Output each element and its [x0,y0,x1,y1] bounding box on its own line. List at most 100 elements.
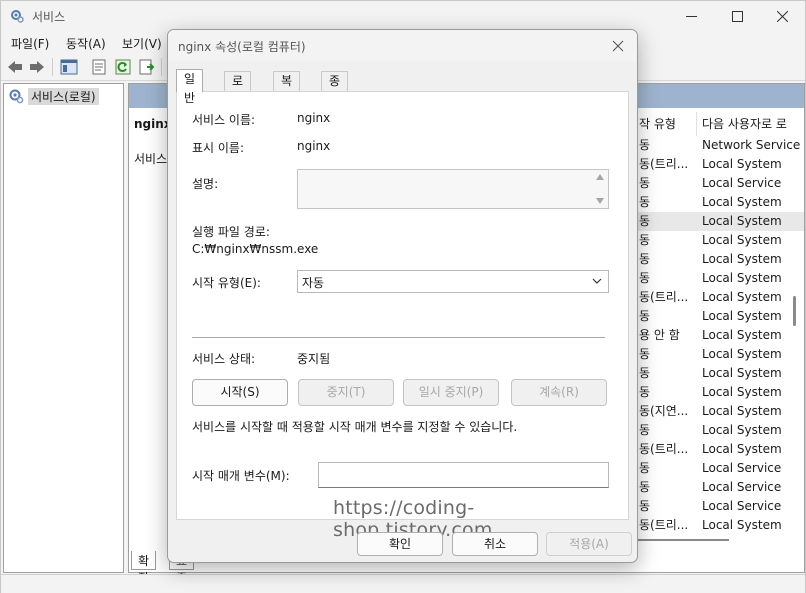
properties-icon[interactable] [90,59,108,75]
row-logon-as[interactable]: Local System [702,231,782,250]
description-field[interactable] [297,169,609,209]
ok-button[interactable]: 확인 [357,532,443,556]
row-logon-as[interactable]: Local System [702,516,782,535]
row-logon-as[interactable]: Local Service [702,497,781,516]
row-startup-type[interactable]: 동 [639,421,650,440]
service-status-value: 중지됨 [297,352,331,366]
row-startup-type[interactable]: 동 [639,193,650,212]
services-gear-icon [11,10,24,23]
row-startup-type[interactable]: 동 [639,212,650,231]
menu-file[interactable]: 파일(F) [11,35,49,52]
resume-button[interactable]: 계속(R) [511,379,607,406]
row-startup-type[interactable]: 동(트리... [639,516,688,535]
selected-service-name: nginx [134,117,172,131]
startup-type-label: 시작 유형(E): [192,276,261,290]
row-logon-as[interactable]: Local Service [702,478,781,497]
service-name-value: nginx [297,111,331,125]
title-bar: 서비스 [1,1,805,31]
exe-path-value: C:₩nginx₩nssm.exe [192,242,319,256]
row-logon-as[interactable]: Local System [702,307,782,326]
minimize-button[interactable] [668,1,714,31]
row-startup-type[interactable]: 동(트리... [639,440,688,459]
console-tree-icon[interactable] [60,59,78,75]
toolbar-separator [161,58,162,76]
stop-button[interactable]: 중지(T) [298,379,394,406]
minimize-icon [685,15,697,17]
row-logon-as[interactable]: Local System [702,288,782,307]
column-divider [696,112,697,136]
tab-general[interactable]: 일반 [176,69,204,105]
row-startup-type[interactable]: 동 [639,136,650,155]
tree-item-label: 서비스(로컬) [28,87,99,105]
menu-action[interactable]: 동작(A) [66,35,106,52]
row-startup-type[interactable]: 동(트리... [639,155,688,174]
row-logon-as[interactable]: Local System [702,421,782,440]
row-startup-type[interactable]: 동 [639,497,650,516]
properties-dialog: nginx 속성(로컬 컴퓨터) 일반 로그온 복구 종속성 서비스 이름: n… [167,29,638,563]
row-logon-as[interactable]: Local System [702,383,782,402]
dialog-title-bar: nginx 속성(로컬 컴퓨터) [168,30,637,62]
column-header-logon-as[interactable]: 다음 사용자로 로 [702,112,787,136]
console-tree: 서비스(로컬) [3,83,124,573]
tab-dependencies[interactable]: 종속성 [321,71,349,126]
forward-arrow-icon[interactable] [28,59,46,75]
row-logon-as[interactable]: Local System [702,193,782,212]
start-button[interactable]: 시작(S) [192,379,288,406]
vertical-scrollbar-thumb[interactable] [793,296,796,326]
row-startup-type[interactable]: 동 [639,383,650,402]
row-startup-type[interactable]: 동 [639,345,650,364]
tab-recovery[interactable]: 복구 [273,71,301,107]
horizontal-scrollbar-thumb[interactable] [629,539,729,541]
tree-item-services-local[interactable]: 서비스(로컬) [8,87,99,105]
exe-path-label: 실행 파일 경로: [192,225,270,239]
pause-button[interactable]: 일시 중지(P) [403,379,499,406]
row-logon-as[interactable]: Local Service [702,459,781,478]
row-startup-type[interactable]: 동 [639,459,650,478]
status-bar [1,574,805,593]
row-logon-as[interactable]: Local System [702,250,782,269]
row-startup-type[interactable]: 동(트리... [639,288,688,307]
divider [192,337,605,338]
row-logon-as[interactable]: Local System [702,364,782,383]
row-startup-type[interactable]: 동(지연... [639,402,688,421]
service-description-label: 서비스 [134,152,168,166]
menu-view[interactable]: 보기(V) [122,35,162,52]
row-startup-type[interactable]: 동 [639,250,650,269]
export-list-icon[interactable] [138,59,156,75]
dialog-close-button[interactable] [607,35,629,57]
start-params-label: 시작 매개 변수(M): [192,469,290,483]
row-startup-type[interactable]: 동 [639,478,650,497]
row-startup-type[interactable]: 동 [639,174,650,193]
startup-type-select[interactable]: 자동 [297,270,609,293]
row-logon-as[interactable]: Local System [702,155,782,174]
row-logon-as[interactable]: Local System [702,402,782,421]
row-logon-as[interactable]: Local Service [702,174,781,193]
apply-button[interactable]: 적용(A) [546,532,632,556]
description-label: 설명: [192,177,219,191]
row-logon-as[interactable]: Local System [702,440,782,459]
row-startup-type[interactable]: 동 [639,231,650,250]
description-scrollbar[interactable] [592,170,608,208]
start-params-input[interactable] [318,462,609,488]
row-startup-type[interactable]: 동 [639,364,650,383]
maximize-button[interactable] [714,1,760,31]
tab-extended[interactable]: 확장 [131,551,157,585]
row-logon-as[interactable]: Local System [702,345,782,364]
back-arrow-icon[interactable] [6,59,24,75]
cancel-button[interactable]: 취소 [452,532,538,556]
refresh-icon[interactable] [114,59,132,75]
general-tab-panel: 서비스 이름: nginx 표시 이름: nginx 설명: 실행 파일 경로:… [176,91,629,541]
services-gear-icon [9,89,24,104]
row-startup-type[interactable]: 용 안 함 [639,326,680,345]
close-button[interactable] [759,1,805,31]
row-logon-as[interactable]: Network Service [702,136,800,155]
column-header-startup-type[interactable]: 작 유형 [639,112,676,136]
row-startup-type[interactable]: 동 [639,307,650,326]
chevron-down-icon [592,278,602,284]
tab-logon[interactable]: 로그온 [224,71,252,126]
row-logon-as[interactable]: Local System [702,212,782,231]
row-logon-as[interactable]: Local System [702,326,782,345]
row-logon-as[interactable]: Local System [702,269,782,288]
display-name-label: 표시 이름: [192,141,245,155]
row-startup-type[interactable]: 동 [639,269,650,288]
